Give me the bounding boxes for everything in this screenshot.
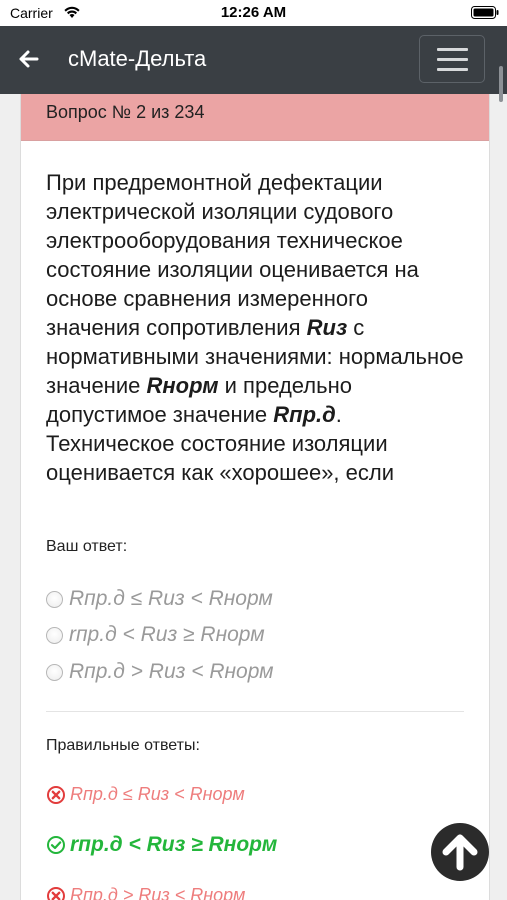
menu-button[interactable] [419, 35, 485, 83]
answer-option[interactable]: Rпр.д ≤ Rиз < Rнорм [46, 587, 273, 611]
clock: 12:26 AM [220, 4, 287, 21]
arrow-up-icon [442, 834, 478, 871]
app-title: cMate-Дельта [68, 46, 207, 71]
battery-icon [471, 6, 499, 19]
answer-result-wrong: Rпр.д ≤ Rиз < Rнорм [46, 784, 245, 805]
correct-answers-label: Правильные ответы: [46, 737, 200, 754]
answer-result-wrong: Rпр.д > Rиз < Rнорм [46, 885, 245, 900]
answer-result-correct: rпр.д < Rиз ≥ Rнорм [46, 833, 277, 857]
term-riz: Rиз [306, 315, 348, 340]
check-circle-icon [47, 836, 65, 854]
hamburger-menu-icon [437, 58, 468, 61]
cross-circle-icon [47, 886, 65, 900]
divider [46, 711, 464, 712]
status-bar: Carrier 12:26 AM [0, 0, 507, 26]
radio-button[interactable] [46, 590, 63, 608]
app-screen: Carrier 12:26 AM cMate-Дельта Вопрос № 2… [0, 0, 507, 900]
your-answer-label: Ваш ответ: [46, 538, 128, 555]
hamburger-menu-icon [437, 68, 468, 71]
back-arrow-icon[interactable] [18, 48, 40, 70]
radio-button[interactable] [46, 663, 63, 681]
question-text: При предремонтной дефектации электрическ… [46, 170, 464, 485]
app-bar: cMate-Дельта [0, 26, 507, 102]
question-header: Вопрос № 2 из 234 [21, 94, 489, 141]
radio-button[interactable] [46, 626, 63, 644]
cross-circle-icon [47, 785, 65, 804]
question-card: Вопрос № 2 из 234 При предремонтной дефе… [20, 94, 490, 900]
scroll-top-button[interactable] [431, 823, 489, 881]
term-rnorm: Rнорм [146, 373, 219, 398]
answer-option[interactable]: rпр.д < Rиз ≥ Rнорм [46, 623, 265, 647]
scrollbar[interactable] [499, 66, 503, 102]
answer-option[interactable]: Rпр.д > Rиз < Rнорм [46, 660, 274, 684]
hamburger-menu-icon [437, 48, 468, 51]
term-rprd: Rпр.д [273, 402, 336, 427]
